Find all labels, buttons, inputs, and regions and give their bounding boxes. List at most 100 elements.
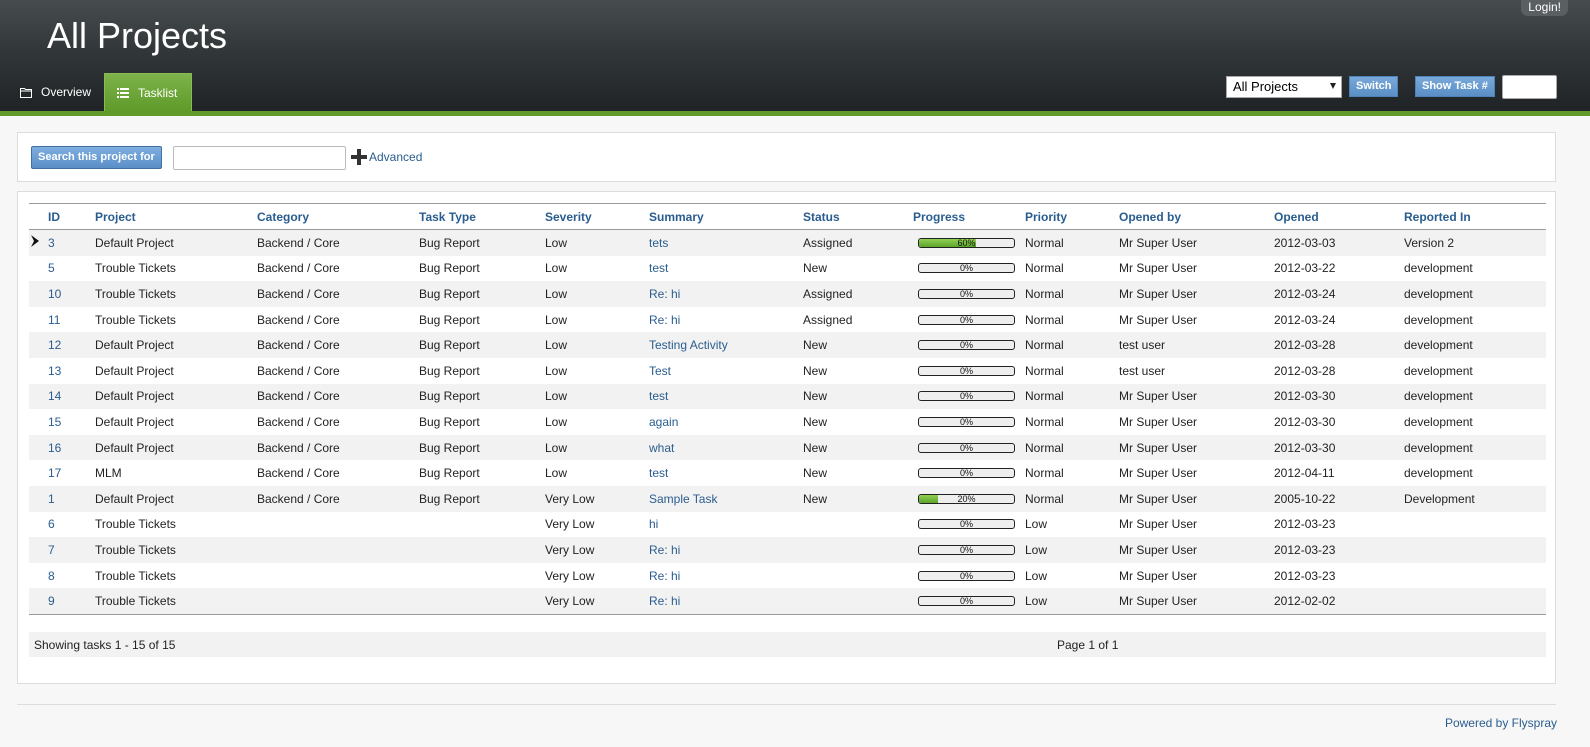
table-row[interactable]: 11 Trouble Tickets Backend / Core Bug Repor… (29, 307, 1546, 333)
cell-summary[interactable]: Test (641, 358, 795, 384)
cell-summary[interactable]: test (641, 256, 795, 282)
table-row[interactable]: 8 Trouble Tickets Very Low Re: hi 0% Low Mr Su… (29, 563, 1546, 589)
column-header-opened-by[interactable]: Opened by (1111, 203, 1266, 230)
task-table: ID Project Category Task Type Severity S… (29, 203, 1546, 615)
cell-id[interactable]: 17 (41, 460, 87, 486)
cell-summary[interactable]: test (641, 383, 795, 410)
cell-task-type (411, 537, 537, 563)
progress-label: 0% (959, 544, 973, 555)
progress-bar: 20% (918, 493, 1015, 504)
progress-bar: 60% (918, 237, 1015, 248)
column-header-project[interactable]: Project (87, 203, 249, 230)
powered-by-link[interactable]: Powered by Flyspray (1445, 716, 1557, 730)
table-row[interactable]: 1 Default Project Backend / Core Bug Report… (29, 485, 1546, 512)
cell-id[interactable]: 7 (41, 537, 87, 563)
search-input[interactable] (173, 146, 346, 170)
cell-summary[interactable]: again (641, 409, 795, 435)
cell-reported-in: Version 2 (1396, 229, 1546, 256)
cell-id[interactable]: 15 (41, 409, 87, 435)
cell-priority: Normal (1025, 261, 1064, 276)
cell-priority: Normal (1025, 312, 1064, 327)
column-header-summary[interactable]: Summary (641, 203, 795, 230)
table-row[interactable]: 12 Default Project Backend / Core Bug Repor… (29, 332, 1546, 358)
column-header-severity[interactable]: Severity (537, 203, 641, 230)
table-row[interactable]: 14 Default Project Backend / Core Bug Repor… (29, 383, 1546, 410)
table-row[interactable]: 9 Trouble Tickets Very Low Re: hi 0% Low Mr Su… (29, 588, 1546, 615)
cell-summary[interactable]: what (641, 434, 795, 461)
cell-summary[interactable]: Sample Task (641, 485, 795, 512)
cell-project: Trouble Tickets (95, 568, 176, 583)
cell-id[interactable]: 12 (41, 332, 87, 358)
project-select[interactable]: All Projects (1226, 76, 1342, 98)
cell-id[interactable]: 11 (41, 307, 87, 333)
cell-id[interactable]: 1 (41, 485, 87, 512)
cell-id[interactable]: 16 (41, 434, 87, 461)
table-row[interactable]: 6 Trouble Tickets Very Low hi 0% Low Mr Super … (29, 512, 1546, 538)
advanced-search-link[interactable]: Advanced (351, 149, 422, 165)
cell-status: Assigned (795, 281, 905, 307)
table-row[interactable]: 15 Default Project Backend / Core Bug Repor… (29, 409, 1546, 435)
login-link[interactable]: Login! (1521, 0, 1568, 16)
progress-label: 0% (959, 519, 973, 530)
progress-bar: 0% (918, 442, 1015, 453)
cell-id[interactable]: 9 (41, 588, 87, 615)
cell-opened-by: Mr Super User (1111, 434, 1266, 461)
column-header-reported-in[interactable]: Reported In (1396, 203, 1546, 230)
cell-opened: 2012-04-11 (1274, 466, 1335, 481)
cell-opened-by: Mr Super User (1111, 281, 1266, 307)
search-panel: Search this project for Advanced (17, 132, 1556, 182)
cell-summary[interactable]: Re: hi (641, 588, 795, 615)
column-header-priority[interactable]: Priority (1017, 203, 1111, 230)
cell-priority: Low (1017, 537, 1111, 563)
cell-summary[interactable]: Testing Activity (641, 332, 795, 358)
cell-severity: Low (545, 414, 568, 429)
progress-bar: 0% (918, 570, 1015, 581)
table-row[interactable]: 17 MLM Backend / Core Bug Report Low test New 0… (29, 460, 1546, 486)
column-header-status[interactable]: Status (795, 203, 905, 230)
cell-summary[interactable]: tets (641, 229, 795, 256)
table-row[interactable]: 7 Trouble Tickets Very Low Re: hi 0% Low Mr Su… (29, 537, 1546, 563)
cell-project: Default Project (87, 383, 249, 410)
cell-id[interactable]: 5 (41, 256, 87, 282)
search-button[interactable]: Search this project for (31, 146, 162, 169)
cell-project: Trouble Tickets (87, 588, 249, 615)
tab-tasklist[interactable]: Tasklist (104, 73, 192, 111)
task-number-input[interactable] (1502, 75, 1557, 99)
cell-id[interactable]: 10 (41, 281, 87, 307)
switch-button[interactable]: Switch (1349, 76, 1399, 97)
cell-opened-by: test user (1111, 332, 1266, 358)
cell-summary[interactable]: test (641, 460, 795, 486)
cell-reported-in: development (1396, 434, 1546, 461)
cell-id[interactable]: 8 (41, 563, 87, 589)
cell-id[interactable]: 14 (41, 383, 87, 410)
cell-id[interactable]: 6 (41, 512, 87, 538)
cell-reported-in: development (1404, 261, 1473, 276)
table-row[interactable]: 3 Default Project Backend / Core Bug Report… (29, 229, 1546, 256)
cell-id[interactable]: 13 (41, 358, 87, 384)
cell-id[interactable]: 3 (41, 229, 87, 256)
table-row[interactable]: 5 Trouble Tickets Backend / Core Bug Report… (29, 256, 1546, 282)
pager-showing-text: Showing tasks 1 - 15 of 15 (34, 638, 176, 652)
cell-summary[interactable]: Re: hi (641, 281, 795, 307)
cell-summary[interactable]: Re: hi (641, 537, 795, 563)
cell-summary[interactable]: Re: hi (641, 307, 795, 333)
cell-summary[interactable]: Re: hi (641, 563, 795, 589)
table-row[interactable]: 13 Default Project Backend / Core Bug Repor… (29, 358, 1546, 384)
progress-label: 0% (959, 570, 973, 581)
column-header-id[interactable]: ID (41, 203, 87, 230)
table-row[interactable]: 16 Default Project Backend / Core Bug Repor… (29, 434, 1546, 461)
cell-status: New (803, 414, 828, 429)
cell-progress: 0% (905, 460, 1017, 486)
cell-summary[interactable]: hi (641, 512, 795, 538)
cell-priority: Normal (1025, 363, 1064, 378)
column-header-task-type[interactable]: Task Type (411, 203, 537, 230)
table-row[interactable]: 10 Trouble Tickets Backend / Core Bug Repor… (29, 281, 1546, 307)
cell-opened: 2012-03-23 (1266, 537, 1396, 563)
cell-opened-by: Mr Super User (1111, 588, 1266, 615)
column-header-progress[interactable]: Progress (905, 203, 1017, 230)
cell-progress: 0% (905, 409, 1017, 435)
tab-overview[interactable]: Overview (8, 73, 103, 111)
column-header-category[interactable]: Category (249, 203, 411, 230)
column-header-opened[interactable]: Opened (1266, 203, 1396, 230)
show-task-button[interactable]: Show Task # (1415, 76, 1495, 97)
